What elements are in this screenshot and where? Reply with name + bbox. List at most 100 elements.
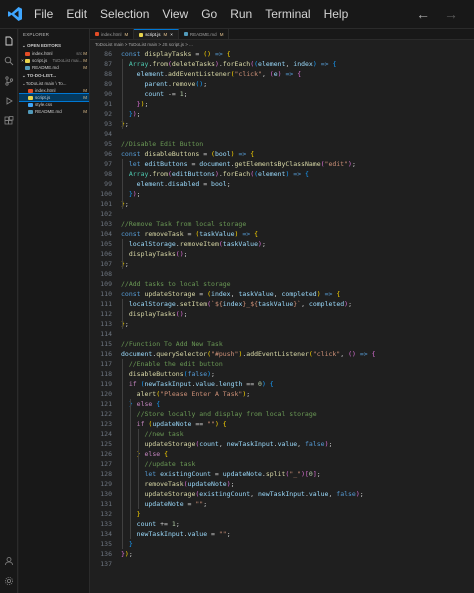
code-token: querySelector xyxy=(156,350,208,358)
forward-arrow-icon[interactable]: → xyxy=(444,6,458,22)
settings-gear-icon[interactable] xyxy=(3,575,15,587)
file-name: style.css xyxy=(35,102,53,107)
code-token: }` xyxy=(293,300,302,308)
code-token: updateNote xyxy=(152,420,192,428)
run-debug-icon[interactable] xyxy=(3,95,15,107)
account-icon[interactable] xyxy=(3,555,15,567)
code-line: 99 element.disabled = bool; xyxy=(90,179,474,189)
menu-file[interactable]: File xyxy=(34,7,53,21)
back-arrow-icon[interactable]: ← xyxy=(416,6,430,22)
file-path: ToDoList mai... xyxy=(52,58,83,63)
source-control-icon[interactable] xyxy=(3,75,15,87)
css-file-icon xyxy=(28,102,33,107)
indent-guide xyxy=(122,359,123,549)
open-editors-header[interactable]: ⌄ OPEN EDITORS xyxy=(19,41,89,50)
code-token: removeTask xyxy=(144,230,184,238)
code-token: { xyxy=(222,420,227,428)
line-number: 87 xyxy=(104,60,112,68)
tab-index-html[interactable]: index.html M xyxy=(90,29,135,39)
menu-go[interactable]: Go xyxy=(201,7,217,21)
workspace-folder-header[interactable]: ⌄ TO-DO-LIST... xyxy=(19,71,89,80)
line-number: 132 xyxy=(100,510,112,518)
code-line: 91 }); xyxy=(90,99,474,109)
line-number: 108 xyxy=(100,270,112,278)
code-token: else xyxy=(140,450,165,458)
tab-README-md[interactable]: README.md M xyxy=(179,29,230,39)
line-source: document.querySelector("#push").addEvent… xyxy=(121,349,375,359)
code-token: //Disable Edit Button xyxy=(121,140,204,148)
code-line: 128 let existingCount = updateNote.split… xyxy=(90,469,474,479)
line-number: 94 xyxy=(104,130,112,138)
line-source: const disableButtons = (bool) => { xyxy=(121,149,254,159)
code-line: 104 const removeTask = (taskValue) => { xyxy=(90,229,474,239)
code-token: "" xyxy=(218,530,227,538)
code-line: 108 xyxy=(90,269,474,279)
code-token: from xyxy=(152,170,168,178)
code-line: 124 //new task xyxy=(90,429,474,439)
code-token: alert xyxy=(136,390,157,398)
folder-item[interactable]: style.css xyxy=(19,101,89,108)
menu-help[interactable]: Help xyxy=(324,7,349,21)
code-token: //Remove Task from local storage xyxy=(121,220,247,228)
line-source: } else { xyxy=(121,449,168,459)
indent-guide xyxy=(122,239,123,269)
code-token: existingCount xyxy=(199,490,251,498)
code-token: , xyxy=(340,350,349,358)
code-token: element xyxy=(258,60,286,68)
folder-item[interactable]: index.html M xyxy=(19,87,89,94)
line-number: 96 xyxy=(104,150,112,158)
menu-run[interactable]: Run xyxy=(230,7,252,21)
explorer-title: EXPLORER xyxy=(23,32,50,37)
code-token: ; xyxy=(183,90,188,98)
menu-view[interactable]: View xyxy=(162,7,188,21)
open-editor-item[interactable]: README.md M xyxy=(19,64,89,71)
folder-item[interactable]: ⌄ ToDoList main \ To... xyxy=(19,80,89,87)
line-source: const displayTasks = () => { xyxy=(121,49,231,59)
folder-item[interactable]: README.md M xyxy=(19,108,89,115)
explorer-icon[interactable] xyxy=(3,35,15,47)
code-line: 111 localStorage.setItem(`${index}_${tas… xyxy=(90,299,474,309)
code-line: 134 newTaskInput.value = ""; xyxy=(90,529,474,539)
line-number: 118 xyxy=(100,370,112,378)
code-line: 116 document.querySelector("#push").addEv… xyxy=(90,349,474,359)
tab-script-js[interactable]: script.js M × xyxy=(134,29,179,39)
code-token: count xyxy=(199,440,219,448)
line-source: }); xyxy=(121,189,141,199)
line-number: 114 xyxy=(100,330,112,338)
open-editor-item[interactable]: index.html src M xyxy=(19,50,89,57)
code-line: 94 xyxy=(90,129,474,139)
line-number: 109 xyxy=(100,280,112,288)
menu-selection[interactable]: Selection xyxy=(100,7,149,21)
code-token: ; xyxy=(183,310,188,318)
folder-item[interactable]: script.js M xyxy=(19,93,89,102)
code-token: let xyxy=(128,160,145,168)
line-number: 111 xyxy=(100,300,112,308)
breadcrumb[interactable]: ToDoList main > ToDoList main > JS scrip… xyxy=(90,40,474,49)
search-icon[interactable] xyxy=(3,55,15,67)
line-source: if (updateNote == "") { xyxy=(121,419,227,429)
code-token: value xyxy=(277,440,298,448)
menu-terminal[interactable]: Terminal xyxy=(265,7,310,21)
menu-edit[interactable]: Edit xyxy=(66,7,87,21)
activity-bar xyxy=(0,29,18,593)
code-token: false xyxy=(304,440,325,448)
line-number: 101 xyxy=(100,200,112,208)
code-token: ; xyxy=(226,180,231,188)
code-token: remove xyxy=(171,80,196,88)
close-tab-icon[interactable]: × xyxy=(170,32,173,37)
open-editors-list: index.html src M × script.js ToDoList mai... M… xyxy=(19,50,89,71)
code-line: 136}); xyxy=(90,549,474,559)
extensions-icon[interactable] xyxy=(3,115,15,127)
code-editor[interactable]: 86 const displayTasks = () => {87 Array.f… xyxy=(90,49,474,569)
open-editor-item[interactable]: × script.js ToDoList mai... M xyxy=(19,57,89,64)
code-token: updateStorage xyxy=(144,490,196,498)
code-token: { xyxy=(305,170,309,178)
line-source: //update task xyxy=(121,459,195,469)
line-source: localStorage.setItem(`${index}_${taskVal… xyxy=(121,299,352,309)
line-number: 100 xyxy=(100,190,112,198)
code-token: = xyxy=(199,150,212,158)
code-line: 129 removeTask(updateNote); xyxy=(90,479,474,489)
